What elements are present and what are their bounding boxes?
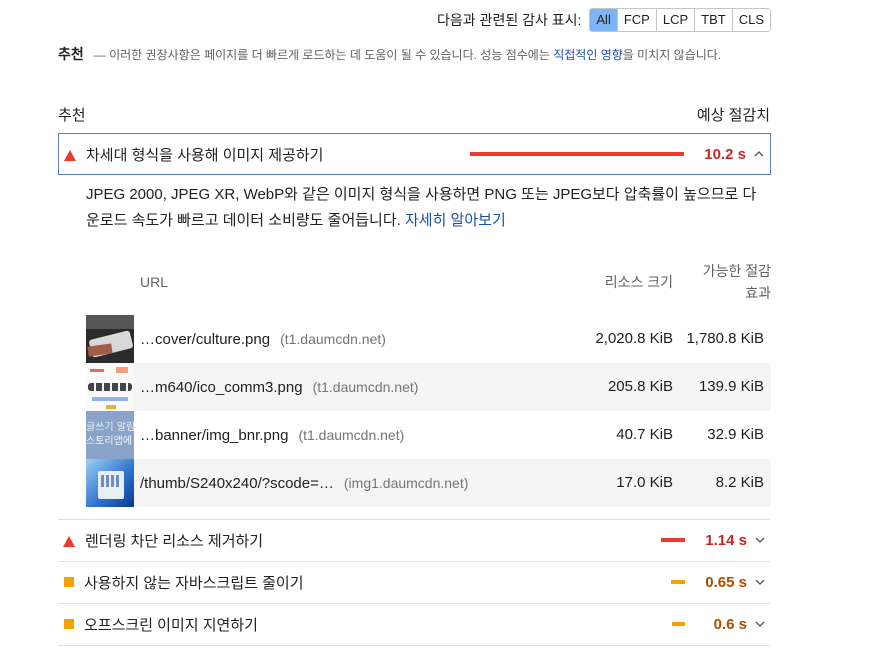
audit-offscreen-images[interactable]: 오프스크린 이미지 지연하기 0.6 s [58,603,771,645]
resource-url[interactable]: …banner/img_bnr.png [140,427,288,444]
filter-chips: All FCP LCP TBT CLS [589,8,771,32]
resource-host: (t1.daumcdn.net) [280,331,386,347]
average-square-icon [64,577,74,587]
audit-title: 차세대 형식을 사용해 이미지 제공하기 [86,146,324,164]
resource-host: (img1.daumcdn.net) [343,475,469,491]
resource-savings: 1,780.8 KiB [686,330,764,347]
filter-chip-fcp[interactable]: FCP [616,9,656,31]
intro-text-before: — 이러한 권장사항은 페이지를 더 빠르게 로드하는 데 도움이 될 수 있습… [93,48,554,62]
learn-more-link[interactable]: 자세히 알아보기 [405,212,506,229]
savings-bar [672,622,685,626]
audit-title: 렌더링 차단 리소스 제거하기 [85,532,264,550]
header-recommendations: 추천 [58,107,86,124]
chevron-down-icon[interactable] [753,617,767,631]
resource-size: 17.0 KiB [616,474,673,491]
details-table-header: URL 리소스 크기 가능한 절감효과 [86,258,771,306]
resource-url[interactable]: …cover/culture.png [140,331,270,348]
table-row[interactable]: 글쓰기 알림 스토리앱에 …banner/img_bnr.png (t1.dau… [86,411,771,459]
thumbnail-windows [86,459,134,507]
table-row[interactable]: /thumb/S240x240/?scode=… (img1.daumcdn.n… [86,459,771,507]
recommendations-heading: 추천 [58,46,84,62]
filter-chip-all[interactable]: All [590,9,617,31]
table-row[interactable]: …m640/ico_comm3.png (t1.daumcdn.net) 205… [86,363,771,411]
resource-host: (t1.daumcdn.net) [312,379,419,395]
thumbnail-photo [86,315,134,363]
resource-size: 40.7 KiB [616,426,673,443]
audit-savings-value: 0.6 s [713,615,747,633]
direct-impact-link[interactable]: 직접적인 영향 [553,48,623,62]
thumbnail-icons [86,363,134,411]
audit-title: 오프스크린 이미지 지연하기 [84,616,258,634]
banner-text: 글쓰기 알림 스토리앱에 [86,422,134,447]
audit-title: 사용하지 않는 자바스크립트 줄이기 [84,574,304,592]
header-estimated-savings: 예상 절감치 [696,107,770,124]
resource-size: 205.8 KiB [607,378,673,395]
filter-chip-cls[interactable]: CLS [731,9,770,31]
filter-chip-lcp[interactable]: LCP [655,9,695,31]
resource-host: (t1.daumcdn.net) [298,427,405,443]
audit-render-blocking[interactable]: 렌더링 차단 리소스 제거하기 1.14 s [58,519,771,561]
column-savings-line1: 가능한 절감 [702,263,771,279]
column-potential-savings: 가능한 절감효과 [703,260,771,304]
audit-savings-value: 10.2 s [704,145,746,163]
column-savings-line2: 효과 [745,285,771,301]
column-url: URL [140,274,169,290]
resource-size: 2,020.8 KiB [595,330,673,347]
audit-savings-value: 1.14 s [705,531,747,549]
filter-chip-tbt[interactable]: TBT [694,9,732,31]
chevron-down-icon[interactable] [753,533,767,547]
audit-savings-value: 0.65 s [705,573,747,591]
savings-bar [470,152,684,156]
fail-triangle-icon [63,535,75,547]
audit-description: JPEG 2000, JPEG XR, WebP와 같은 이미지 형식을 사용하… [86,182,766,234]
fail-triangle-icon [64,149,76,161]
recommendations-intro: 추천 — 이러한 권장사항은 페이지를 더 빠르게 로드하는 데 도움이 될 수 … [58,42,770,67]
resource-url[interactable]: /thumb/S240x240/?scode=… [140,475,334,492]
chevron-down-icon[interactable] [753,575,767,589]
thumbnail-banner: 글쓰기 알림 스토리앱에 [86,411,134,459]
details-table-body: …cover/culture.png (t1.daumcdn.net) 2,02… [86,315,771,507]
chevron-up-icon[interactable] [752,147,766,161]
savings-bar [671,580,685,584]
audit-unused-javascript[interactable]: 사용하지 않는 자바스크립트 줄이기 0.65 s [58,561,771,603]
audits-table-header: 추천 예상 절감치 [58,104,770,125]
table-row[interactable]: …cover/culture.png (t1.daumcdn.net) 2,02… [86,315,771,363]
filter-label: 다음과 관련된 감사 표시: [437,12,582,28]
resource-savings: 139.9 KiB [698,378,764,395]
resource-savings: 8.2 KiB [715,474,764,491]
savings-bar [661,538,685,542]
resource-savings: 32.9 KiB [707,426,764,443]
divider [58,645,771,646]
column-resource-size: 리소스 크기 [604,274,673,290]
average-square-icon [64,619,74,629]
audit-filter: 다음과 관련된 감사 표시: All FCP LCP TBT CLS [437,8,771,32]
intro-text-after: 을 미치지 않습니다. [622,48,722,62]
audit-next-gen-images[interactable]: 차세대 형식을 사용해 이미지 제공하기 10.2 s [58,133,771,175]
resource-url[interactable]: …m640/ico_comm3.png [140,379,303,396]
